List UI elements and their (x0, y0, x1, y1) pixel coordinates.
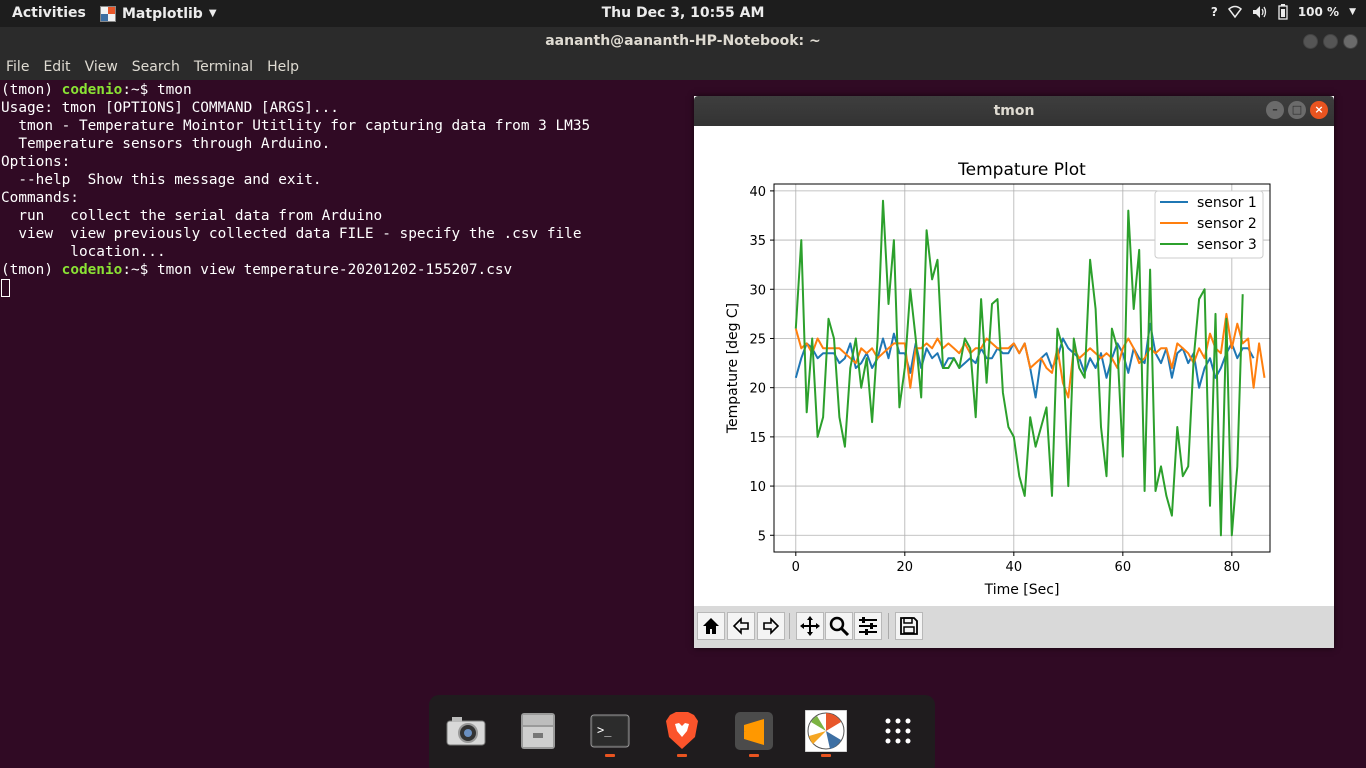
app-menu[interactable]: Matplotlib ▼ (100, 3, 217, 24)
matplotlib-app-icon (100, 5, 116, 22)
brave-browser-icon[interactable] (660, 709, 704, 753)
save-icon[interactable] (895, 612, 923, 640)
close-button[interactable]: × (1310, 101, 1328, 119)
maximize-button[interactable]: □ (1288, 101, 1306, 119)
terminal-icon[interactable]: >_ (588, 709, 632, 753)
y-tick-label: 20 (749, 382, 766, 397)
home-icon[interactable] (697, 612, 725, 640)
svg-text:>_: >_ (597, 723, 612, 737)
volume-icon[interactable] (1252, 5, 1268, 19)
x-tick-label: 60 (1115, 560, 1132, 575)
network-icon[interactable] (1227, 5, 1242, 19)
temperature-chart[interactable]: 0 20 40 60 80510152025303540 Tempature Plot … (694, 126, 1334, 606)
terminal-line: Commands: (1, 190, 79, 206)
minimize-button[interactable]: – (1266, 101, 1284, 119)
terminal-line: Temperature sensors through Arduino. (1, 136, 331, 152)
running-indicator (821, 754, 831, 757)
battery-icon[interactable] (1278, 4, 1288, 20)
toolbar-separator (886, 612, 890, 640)
menu-terminal[interactable]: Terminal (194, 56, 261, 80)
x-tick-label: 0 (792, 560, 800, 575)
terminal-title: aananth@aananth-HP-Notebook: ~ (545, 33, 821, 49)
x-tick-label: 40 (1006, 560, 1023, 575)
y-tick-label: 40 (749, 185, 766, 200)
maximize-button[interactable] (1323, 34, 1338, 49)
y-axis-label: Tempature [deg C] (725, 303, 741, 434)
menu-help[interactable]: Help (267, 56, 307, 80)
zoom-icon[interactable] (825, 612, 853, 640)
files-icon[interactable] (516, 709, 560, 753)
terminal-line: (tmon) codenio:~$ tmon (1, 82, 192, 98)
activities-button[interactable]: Activities (12, 5, 86, 21)
terminal-line: location... (1, 244, 166, 260)
x-tick-label: 80 (1224, 560, 1241, 575)
y-tick-label: 35 (749, 234, 766, 249)
terminal-line: Options: (1, 154, 71, 170)
help-icon[interactable]: ? (1211, 5, 1218, 19)
menu-file[interactable]: File (6, 56, 37, 80)
terminal-line: tmon - Temperature Mointor Utitlity for … (1, 118, 591, 134)
legend: sensor 1 sensor 2 sensor 3 (1154, 190, 1264, 259)
y-tick-label: 25 (749, 332, 766, 347)
terminal-menubar: File Edit View Search Terminal Help (0, 56, 1366, 80)
chart-title: Tempature Plot (957, 160, 1086, 180)
terminal-output[interactable]: (tmon) codenio:~$ tmon Usage: tmon [OPTIO… (1, 81, 590, 297)
terminal-titlebar[interactable]: aananth@aananth-HP-Notebook: ~ (0, 27, 1366, 56)
terminal-line: (tmon) codenio:~$ tmon view temperature-… (1, 262, 513, 278)
menu-search[interactable]: Search (132, 56, 188, 80)
terminal-line: view view previously collected data FILE… (1, 226, 582, 242)
chevron-down-icon: ▼ (208, 8, 217, 19)
close-button[interactable] (1343, 34, 1358, 49)
x-axis-label: Time [Sec] (984, 582, 1060, 598)
chevron-down-icon[interactable]: ▼ (1349, 7, 1356, 17)
y-tick-label: 5 (758, 529, 766, 544)
terminal-line: run collect the serial data from Arduino (1, 208, 383, 224)
pan-icon[interactable] (796, 612, 824, 640)
terminal-line: Usage: tmon [OPTIONS] COMMAND [ARGS]... (1, 100, 339, 116)
show-applications-icon[interactable] (876, 709, 920, 753)
toolbar-separator (787, 612, 791, 640)
figure-window[interactable]: tmon – □ × 0 20 40 60 80 5 10 15 20 25 30 35 40 Temp… (694, 96, 1334, 648)
legend-label-sensor-1: sensor 1 (1197, 195, 1257, 211)
y-tick-label: 30 (749, 283, 766, 298)
legend-label-sensor-3: sensor 3 (1197, 237, 1257, 253)
terminal-cursor (1, 279, 10, 297)
figure-toolbar (694, 606, 1334, 648)
minimize-button[interactable] (1303, 34, 1318, 49)
dock: >_ (429, 695, 935, 768)
running-indicator (605, 754, 615, 757)
matplotlib-icon[interactable] (804, 709, 848, 753)
menu-edit[interactable]: Edit (43, 56, 78, 80)
configure-subplots-icon[interactable] (854, 612, 882, 640)
figure-title: tmon (993, 103, 1035, 119)
battery-percentage: 100 % (1297, 5, 1340, 19)
sublime-text-icon[interactable] (732, 709, 776, 753)
running-indicator (749, 754, 759, 757)
y-tick-label: 15 (749, 431, 766, 446)
running-indicator (677, 754, 687, 757)
back-icon[interactable] (727, 612, 755, 640)
y-tick-label: 10 (749, 480, 766, 495)
camera-icon[interactable] (444, 709, 488, 753)
top-bar: Activities Matplotlib ▼ Thu Dec 3, 10:55… (0, 0, 1366, 27)
legend-label-sensor-2: sensor 2 (1197, 216, 1257, 232)
forward-icon[interactable] (757, 612, 785, 640)
system-tray[interactable]: ? 100 % ▼ (1211, 4, 1356, 20)
menu-view[interactable]: View (85, 56, 126, 80)
figure-titlebar[interactable]: tmon – □ × (694, 96, 1334, 126)
x-tick-label: 20 (897, 560, 914, 575)
app-menu-label: Matplotlib (122, 5, 203, 22)
terminal-line: --help Show this message and exit. (1, 172, 322, 188)
